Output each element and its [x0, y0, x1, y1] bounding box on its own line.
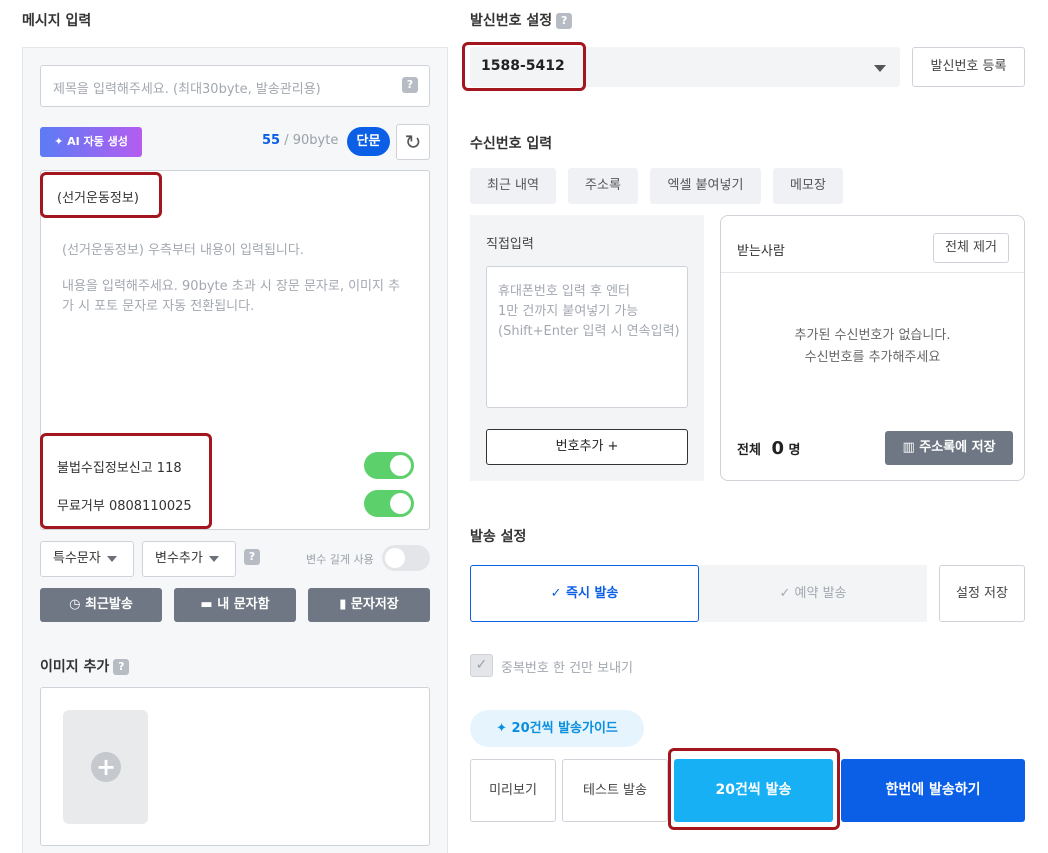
reserved-send-label: 예약 발송 [794, 586, 847, 601]
plus-icon: + [91, 752, 121, 782]
variable-long-toggle[interactable] [382, 545, 430, 571]
caret-down-icon [208, 555, 219, 562]
reserved-send-option[interactable]: ✓ 예약 발송 [699, 565, 927, 622]
special-char-label: 특수문자 [53, 551, 101, 566]
sparkle-icon: ✦ [54, 135, 68, 148]
message-type-badge: 단문 [347, 127, 390, 156]
divider [721, 272, 1024, 273]
help-icon[interactable]: ? [244, 549, 260, 565]
receivers-panel: 받는사람 전체 제거 추가된 수신번호가 없습니다. 수신번호를 추가해주세요 … [720, 215, 1025, 481]
instant-send-label: 즉시 발송 [566, 586, 619, 601]
sender-title: 발신번호 설정? [470, 10, 573, 30]
variable-long-label: 변수 길게 사용 [306, 553, 374, 566]
my-box-button[interactable]: ▬ 내 문자함 [174, 588, 296, 622]
image-add-title: 이미지 추가? [40, 656, 130, 676]
total-number: 0 [771, 438, 784, 459]
ai-generate-button[interactable]: ✦ AI 자동 생성 [40, 127, 142, 157]
send-all-button[interactable]: 한번에 발송하기 [841, 759, 1025, 822]
sender-title-label: 발신번호 설정 [470, 13, 553, 29]
ad-prefix: (선거운동정보) [57, 191, 139, 206]
clear-all-button[interactable]: 전체 제거 [933, 233, 1009, 263]
phone-number-placeholder: 휴대폰번호 입력 후 엔터 1만 건까지 붙여넣기 가능 (Shift+Ente… [498, 284, 680, 339]
bookmark-icon: ▮ [339, 597, 351, 612]
special-char-select[interactable]: 특수문자 [40, 541, 134, 577]
save-message-button[interactable]: ▮ 문자저장 [308, 588, 430, 622]
check-icon: ✓ [550, 586, 567, 601]
register-sender-button[interactable]: 발신번호 등록 [912, 47, 1025, 87]
help-icon[interactable]: ? [556, 13, 573, 29]
guide-chip-label: 20건씩 발송가이드 [511, 721, 618, 736]
tab-excel-paste[interactable]: 엑셀 붙여넣기 [650, 168, 761, 204]
caret-down-icon [874, 65, 886, 72]
variable-add-label: 변수추가 [155, 551, 203, 566]
save-message-label: 문자저장 [350, 597, 399, 612]
refresh-icon[interactable]: ↻ [396, 124, 430, 160]
byte-counter: 55 / 90byte [262, 133, 338, 148]
save-to-contacts-button[interactable]: ▥ 주소록에 저장 [885, 431, 1013, 465]
total-count: 전체 0 명 [737, 438, 800, 459]
byte-count: 55 [262, 133, 281, 148]
save-settings-button[interactable]: 설정 저장 [939, 565, 1025, 622]
caret-down-icon [106, 555, 117, 562]
byte-limit: / 90byte [284, 133, 339, 148]
test-send-button[interactable]: 테스트 발송 [562, 759, 668, 822]
send-settings-title: 발송 설정 [470, 529, 527, 545]
instant-send-option[interactable]: ✓ 즉시 발송 [470, 565, 699, 622]
check-icon: ✓ [779, 586, 795, 601]
recipient-title: 수신번호 입력 [470, 136, 553, 152]
message-body-textarea[interactable]: (선거운동정보) (선거운동정보) 우측부터 내용이 입력됩니다. 내용을 입력… [40, 170, 430, 530]
total-unit: 명 [788, 443, 801, 458]
subject-placeholder: 제목을 입력해주세요. (최대30byte, 발송관리용) [53, 82, 321, 97]
ai-generate-label: AI 자동 생성 [67, 135, 128, 148]
sender-number: 1588-5412 [481, 58, 565, 74]
help-icon[interactable]: ? [113, 659, 130, 675]
send-20-button[interactable]: 20건씩 발송 [674, 759, 833, 822]
body-hint-2: 내용을 입력해주세요. 90byte 초과 시 장문 문자로, 이미지 추가 시… [62, 279, 401, 314]
image-add-label: 이미지 추가 [40, 659, 110, 675]
sender-number-select[interactable]: 1588-5412 [470, 47, 900, 87]
subject-input[interactable]: 제목을 입력해주세요. (최대30byte, 발송관리용) ? [40, 65, 430, 107]
report-toggle[interactable] [364, 452, 414, 479]
folder-icon: ▬ [200, 597, 218, 612]
total-label: 전체 [737, 443, 761, 458]
direct-input-panel: 직접입력 휴대폰번호 입력 후 엔터 1만 건까지 붙여넣기 가능 (Shift… [470, 215, 704, 481]
tab-recent-history[interactable]: 최근 내역 [470, 168, 556, 204]
body-hint-1: (선거운동정보) 우측부터 내용이 입력됩니다. [62, 243, 304, 258]
optout-toggle[interactable] [364, 490, 414, 517]
sparkle-icon: ✦ [496, 721, 512, 736]
clock-icon: ◷ [69, 597, 86, 612]
empty-message-2: 수신번호를 추가해주세요 [804, 350, 941, 365]
add-number-button[interactable]: 번호추가 + [486, 429, 688, 465]
recent-send-label: 최근발송 [85, 597, 133, 612]
receivers-title: 받는사람 [737, 244, 785, 259]
empty-message-1: 추가된 수신번호가 없습니다. [794, 328, 951, 343]
phone-number-textarea[interactable]: 휴대폰번호 입력 후 엔터 1만 건까지 붙여넣기 가능 (Shift+Ente… [486, 266, 688, 408]
recent-send-button[interactable]: ◷ 최근발송 [40, 588, 162, 622]
report-label: 불법수집정보신고 118 [57, 461, 182, 476]
message-input-title: 메시지 입력 [22, 13, 92, 29]
image-add-slot[interactable]: + [63, 710, 148, 824]
variable-add-select[interactable]: 변수추가 [142, 541, 236, 577]
save-to-contacts-label: 주소록에 저장 [919, 440, 996, 455]
preview-button[interactable]: 미리보기 [470, 759, 556, 822]
image-upload-area: + [40, 687, 430, 846]
my-box-label: 내 문자함 [217, 597, 270, 612]
tab-contacts[interactable]: 주소록 [568, 168, 638, 204]
tab-memo[interactable]: 메모장 [773, 168, 843, 204]
guide-chip[interactable]: ✦ 20건씩 발송가이드 [470, 710, 644, 747]
direct-input-title: 직접입력 [486, 237, 534, 252]
optout-label: 무료거부 0808110025 [57, 499, 192, 514]
dedupe-checkbox[interactable]: ✓ [470, 654, 493, 677]
dedupe-label: 중복번호 한 건만 보내기 [501, 661, 633, 676]
book-icon: ▥ [902, 440, 920, 455]
help-icon[interactable]: ? [402, 77, 418, 93]
